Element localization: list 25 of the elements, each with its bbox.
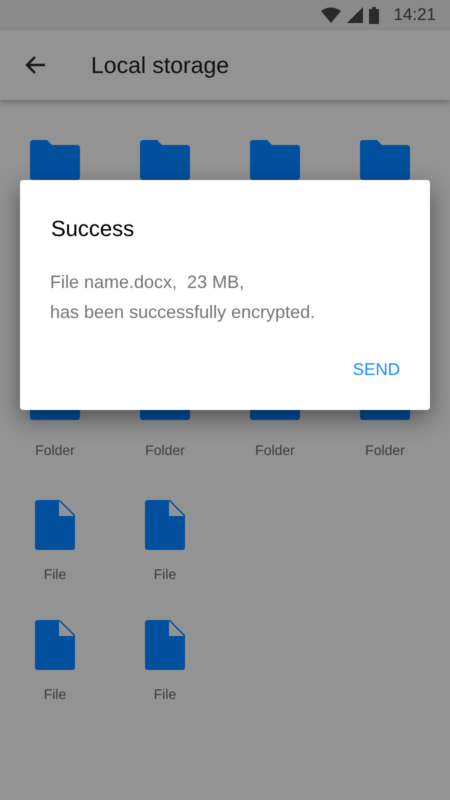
file-label: File — [154, 565, 176, 584]
wifi-icon — [321, 7, 342, 23]
folder-label: Folder — [35, 441, 75, 460]
dialog-message: File name.docx, 23 MB, has been successfully encrypted. — [50, 271, 316, 324]
signal-icon — [347, 7, 364, 23]
battery-icon — [369, 6, 380, 24]
folder-label: Folder — [365, 441, 405, 460]
file-icon — [145, 620, 185, 670]
file-label: File — [44, 565, 66, 584]
folder-icon — [360, 140, 410, 180]
status-time: 14:21 — [393, 4, 436, 26]
folder-label: Folder — [255, 441, 295, 460]
folder-label: Folder — [145, 441, 185, 460]
back-arrow-icon[interactable] — [24, 55, 46, 75]
screen-title: Local storage — [91, 50, 230, 80]
folder-icon — [30, 140, 80, 180]
file-icon — [35, 500, 75, 550]
file-icon — [35, 620, 75, 670]
dialog-title: Success — [51, 215, 136, 243]
file-label: File — [44, 685, 66, 704]
folder-icon — [140, 140, 190, 180]
file-label: File — [154, 685, 176, 704]
folder-icon — [250, 140, 300, 180]
file-icon — [145, 500, 185, 550]
send-button[interactable]: SEND — [342, 350, 410, 388]
